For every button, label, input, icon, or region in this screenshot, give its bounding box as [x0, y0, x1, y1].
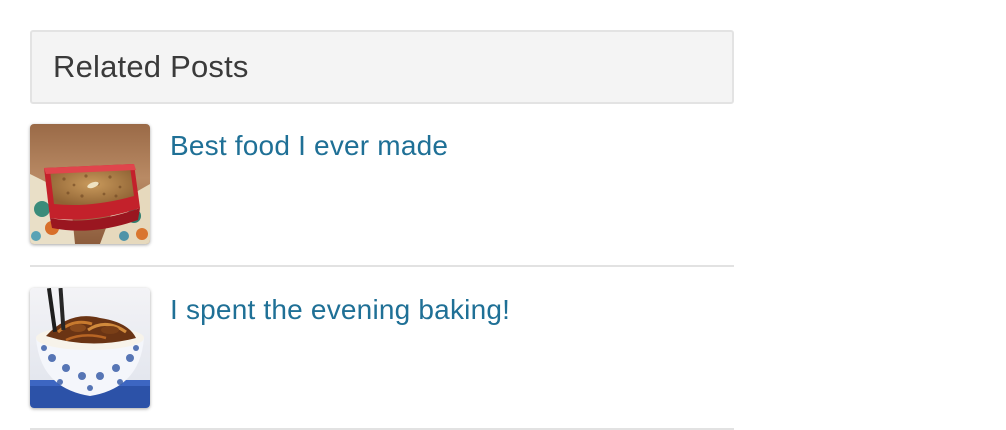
related-posts-widget: Related Posts Best food I ever made I sp… — [30, 30, 734, 430]
list-item: I spent the evening baking! — [30, 288, 734, 430]
post-thumbnail-crumble[interactable] — [30, 124, 150, 244]
beef-rice-bowl-image — [30, 288, 150, 408]
post-link-evening-baking[interactable]: I spent the evening baking! — [170, 294, 510, 326]
post-thumbnail-beef-bowl[interactable] — [30, 288, 150, 408]
widget-header: Related Posts — [30, 30, 734, 104]
widget-title: Related Posts — [53, 49, 249, 84]
post-link-best-food[interactable]: Best food I ever made — [170, 130, 448, 162]
related-posts-list: Best food I ever made I spent the evenin… — [30, 124, 734, 430]
baked-crumble-dish-image — [30, 124, 150, 244]
list-item: Best food I ever made — [30, 124, 734, 267]
